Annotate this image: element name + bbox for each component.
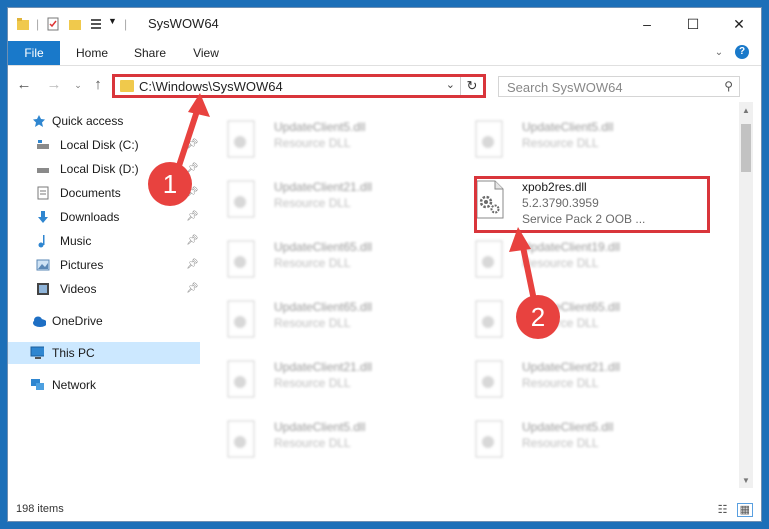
- step-2-badge: 2: [516, 295, 560, 339]
- step-1-badge: 1: [148, 162, 192, 206]
- arrow-2: [509, 227, 538, 308]
- annotation-overlay: [172, 93, 538, 308]
